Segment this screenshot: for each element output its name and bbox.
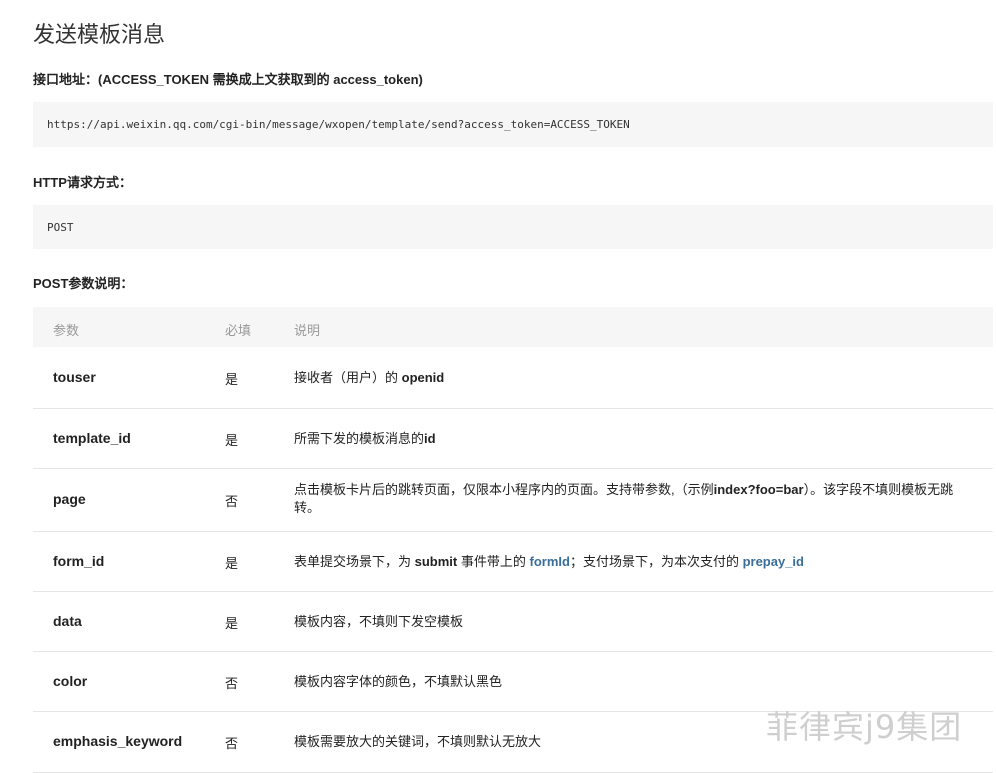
endpoint-code-block: https://api.weixin.qq.com/cgi-bin/messag… [33,102,993,147]
param-required: 是 [225,616,239,631]
description-segment: 模板需要放大的关键词，不填则默认无放大 [294,734,542,749]
param-required: 是 [225,433,239,448]
param-description: 所需下发的模板消息的id [294,430,974,448]
description-segment: index?foo=bar [713,482,804,497]
method-code-block: POST [33,205,993,249]
endpoint-label: 接口地址：(ACCESS_TOKEN 需换成上文获取到的 access_toke… [33,72,423,87]
param-description: 模板内容，不填则下发空模板 [294,613,974,631]
param-link[interactable]: prepay_id [743,554,804,569]
description-segment: openid [401,370,445,385]
table-row: data 是 模板内容，不填则下发空模板 [33,592,993,652]
table-row: template_id 是 所需下发的模板消息的id [33,409,993,469]
header-required: 必填 [225,323,252,338]
table-row: form_id 是 表单提交场景下，为 submit 事件带上的 formId；支付… [33,532,993,592]
description-segment: 表单提交场景下，为 [294,554,415,569]
param-required: 否 [225,736,239,751]
param-name: form_id [53,553,105,569]
description-segment: 模板内容字体的颜色，不填默认黑色 [294,674,503,689]
param-description: 表单提交场景下，为 submit 事件带上的 formId；支付场景下，为本次支… [294,553,974,571]
param-required: 否 [225,676,239,691]
header-description: 说明 [294,323,321,338]
param-name: page [53,491,86,507]
watermark: 菲律宾j9集团 [766,708,963,746]
param-name: color [53,673,88,689]
description-segment: 事件带上的 [457,554,530,569]
description-segment: ；支付场景下，为本次支付的 [569,554,743,569]
header-param: 参数 [53,323,80,338]
param-name: touser [53,369,96,385]
description-segment: id [424,431,436,446]
param-link[interactable]: formId [529,554,569,569]
params-label: POST参数说明： [33,276,134,291]
method-label: HTTP请求方式： [33,175,132,190]
description-segment: 接收者（用户）的 [294,370,402,385]
description-segment: 点击模板卡片后的跳转页面，仅限本小程序内的页面。支持带参数,（示例 [294,482,714,497]
table-header: 参数 必填 说明 [33,307,993,347]
param-required: 是 [225,556,239,571]
description-segment: 模板内容，不填则下发空模板 [294,614,464,629]
param-description: 模板内容字体的颜色，不填默认黑色 [294,673,974,691]
param-required: 是 [225,372,239,387]
page-title: 发送模板消息 [33,22,166,47]
param-name: emphasis_keyword [53,733,183,749]
param-name: template_id [53,430,131,446]
table-row: page 否 点击模板卡片后的跳转页面，仅限本小程序内的页面。支持带参数,（示例in… [33,469,993,532]
param-required: 否 [225,494,239,509]
param-name: data [53,613,82,629]
table-row: touser 是 接收者（用户）的 openid [33,348,993,409]
description-segment: submit [414,554,458,569]
method-value: POST [47,221,74,234]
description-segment: 所需下发的模板消息的 [294,431,425,446]
param-description: 接收者（用户）的 openid [294,369,974,387]
param-description: 点击模板卡片后的跳转页面，仅限本小程序内的页面。支持带参数,（示例index?f… [294,481,974,517]
endpoint-url: https://api.weixin.qq.com/cgi-bin/messag… [47,118,630,131]
